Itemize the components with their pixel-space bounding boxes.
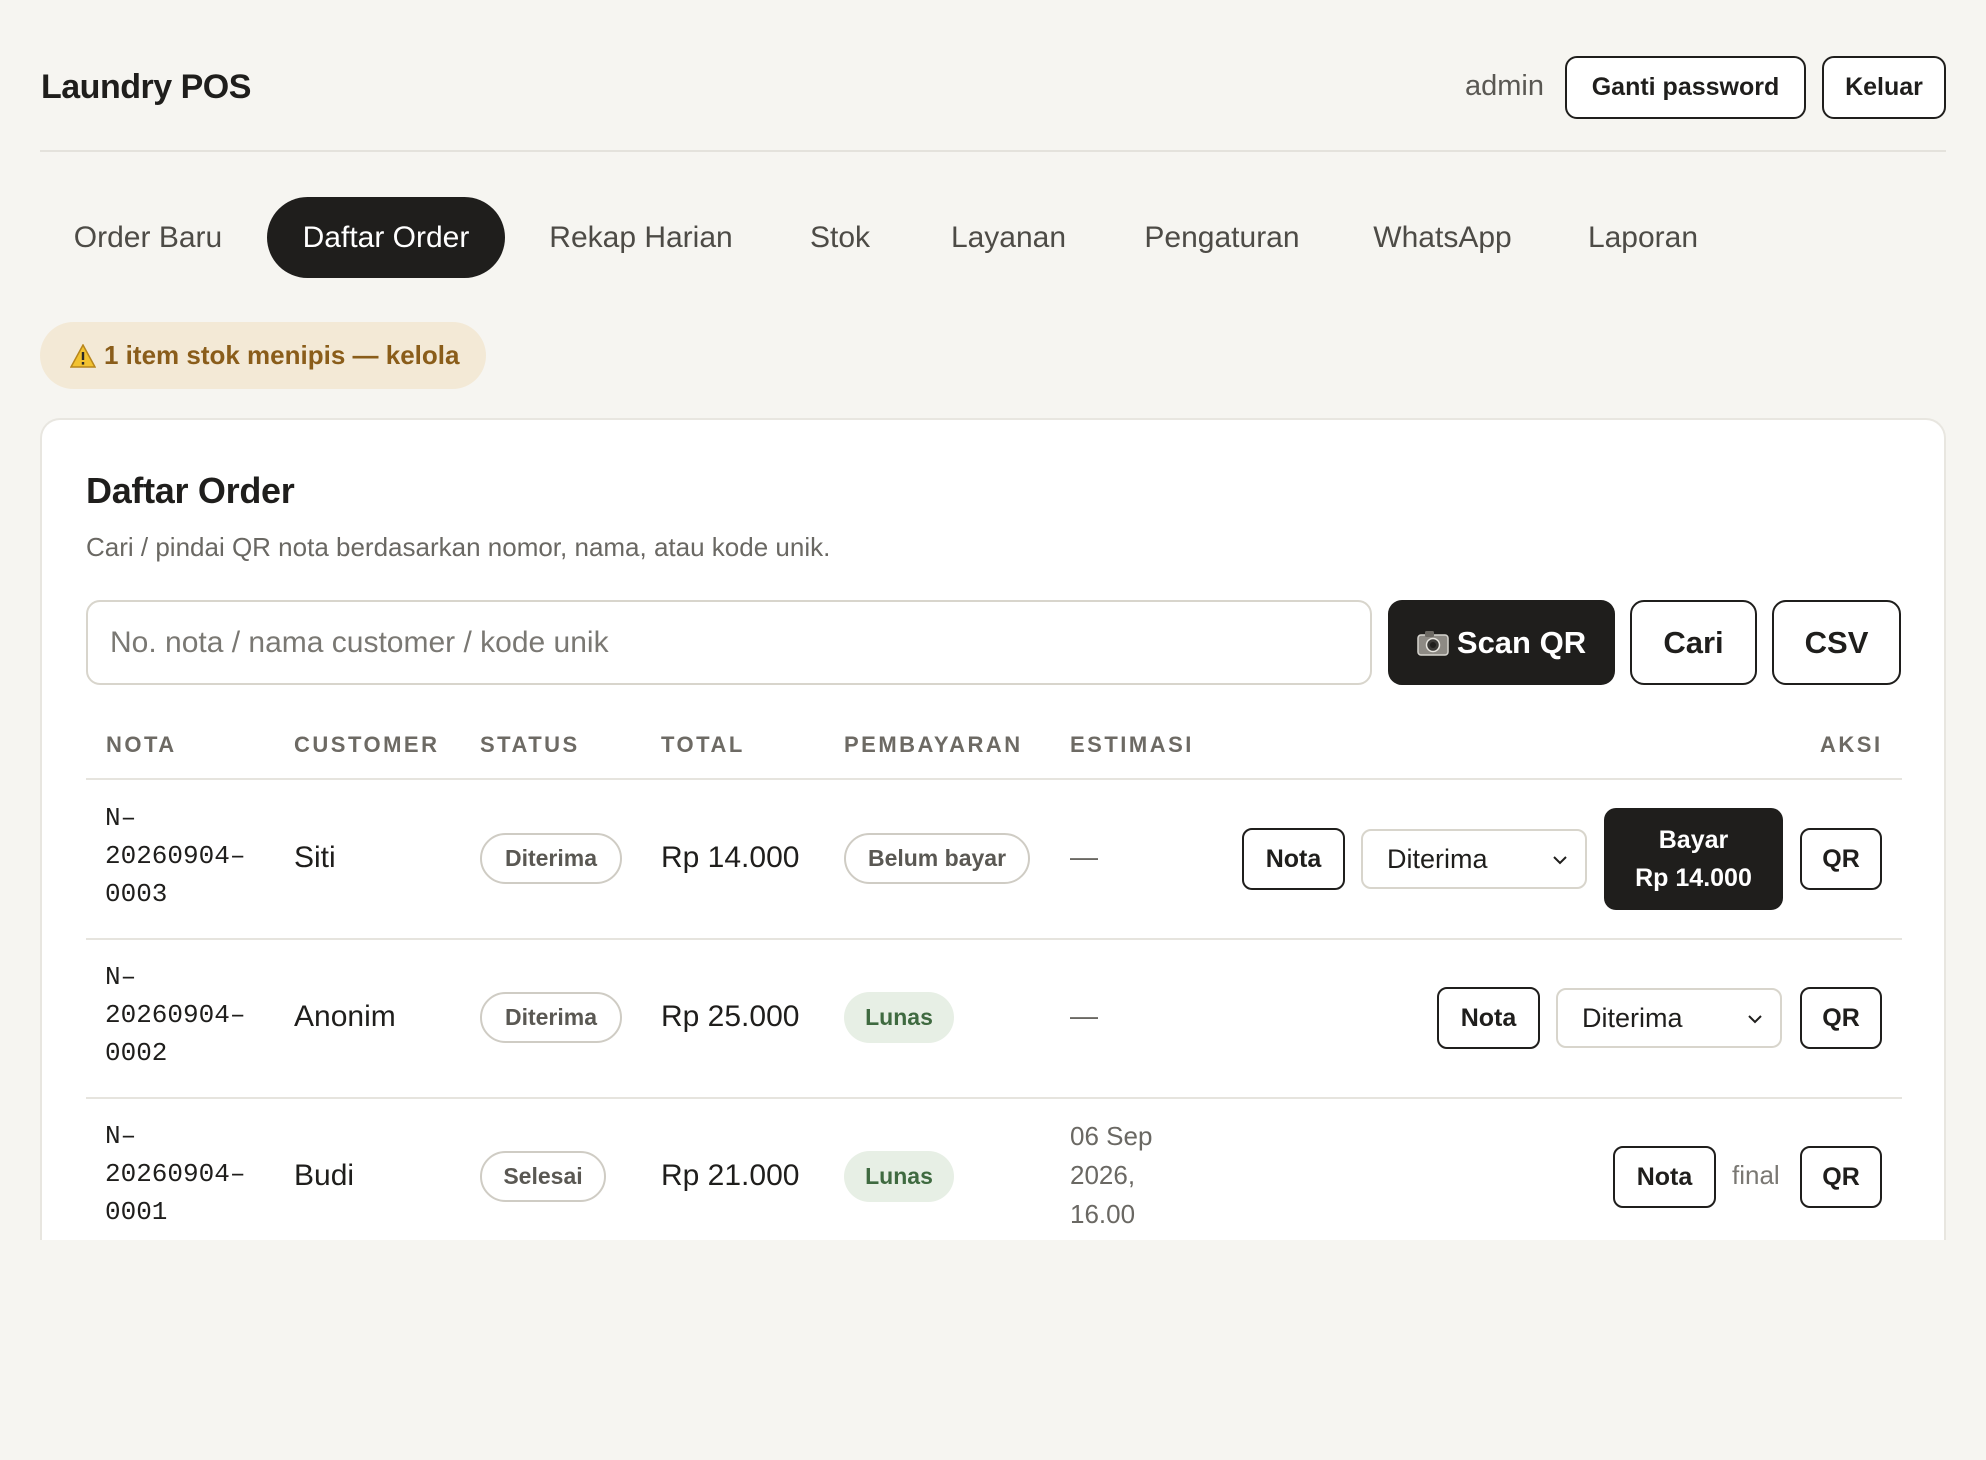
nota-button[interactable]: Nota: [1242, 828, 1345, 890]
customer-name: Budi: [294, 1159, 355, 1192]
table-row: N– 20260904– 0002 Anonim Diterima Rp 25.…: [42, 940, 1944, 1098]
order-number[interactable]: N– 20260904– 0001: [105, 1117, 245, 1231]
tab-stok[interactable]: Stok: [777, 197, 903, 278]
change-password-button[interactable]: Ganti password: [1565, 56, 1806, 119]
qr-button[interactable]: QR: [1800, 828, 1882, 890]
low-stock-alert-text: 1 item stok menipis — kelola: [104, 340, 460, 370]
status-select-value: Diterima: [1582, 1002, 1683, 1033]
estimate-value: —: [1070, 841, 1098, 872]
orders-subtitle: Cari / pindai QR nota berdasarkan nomor,…: [86, 532, 831, 562]
tab-order-baru[interactable]: Order Baru: [40, 197, 256, 278]
app-header: Laundry POS admin Ganti password Keluar: [40, 0, 1946, 152]
order-total: Rp 25.000: [661, 1000, 800, 1033]
tab-pengaturan[interactable]: Pengaturan: [1115, 197, 1329, 278]
pay-button[interactable]: Bayar Rp 14.000: [1604, 808, 1783, 910]
scan-qr-button[interactable]: Scan QR: [1388, 600, 1615, 685]
column-header-aksi: AKSI: [1820, 732, 1883, 757]
table-row: N– 20260904– 0003 Siti Diterima Rp 14.00…: [42, 780, 1944, 938]
customer-name: Siti: [294, 841, 336, 874]
pay-button-label: Bayar: [1658, 826, 1729, 854]
order-total: Rp 21.000: [661, 1159, 800, 1192]
pay-button-amount: Rp 14.000: [1635, 864, 1752, 892]
status-badge: Selesai: [480, 1151, 606, 1202]
app-title: Laundry POS: [41, 68, 251, 106]
column-header-estimasi: ESTIMASI: [1070, 732, 1194, 757]
estimate-value: 06 Sep 2026, 16.00: [1070, 1121, 1153, 1229]
order-number[interactable]: N– 20260904– 0002: [105, 958, 245, 1072]
warning-icon: [70, 343, 96, 368]
status-select[interactable]: Diterima: [1361, 829, 1587, 889]
order-number[interactable]: N– 20260904– 0003: [105, 799, 245, 913]
orders-title: Daftar Order: [86, 470, 295, 511]
qr-button[interactable]: QR: [1800, 987, 1882, 1049]
status-select-value: Diterima: [1387, 843, 1488, 874]
tab-rekap-harian[interactable]: Rekap Harian: [524, 197, 758, 278]
final-status-label: final: [1732, 1160, 1780, 1190]
column-header-customer: CUSTOMER: [294, 732, 440, 757]
column-header-nota: NOTA: [106, 732, 177, 757]
camera-icon: [1417, 630, 1449, 656]
qr-button[interactable]: QR: [1800, 1146, 1882, 1208]
username: admin: [1465, 70, 1544, 102]
search-button[interactable]: Cari: [1630, 600, 1757, 685]
tab-whatsapp[interactable]: WhatsApp: [1348, 197, 1537, 278]
tab-laporan[interactable]: Laporan: [1556, 197, 1730, 278]
chevron-down-icon: [1553, 856, 1567, 865]
nota-button[interactable]: Nota: [1437, 987, 1540, 1049]
payment-badge: Belum bayar: [844, 833, 1030, 884]
estimate-value: —: [1070, 1000, 1098, 1031]
table-row: N– 20260904– 0001 Budi Selesai Rp 21.000…: [42, 1099, 1944, 1240]
status-select[interactable]: Diterima: [1556, 988, 1782, 1048]
column-header-status: STATUS: [480, 732, 580, 757]
csv-export-button[interactable]: CSV: [1772, 600, 1901, 685]
payment-badge: Lunas: [844, 1151, 954, 1202]
column-header-pembayaran: PEMBAYARAN: [844, 732, 1023, 757]
nota-button[interactable]: Nota: [1613, 1146, 1716, 1208]
payment-badge: Lunas: [844, 992, 954, 1043]
low-stock-alert[interactable]: 1 item stok menipis — kelola: [40, 322, 486, 389]
status-badge: Diterima: [480, 833, 622, 884]
scan-qr-label: Scan QR: [1456, 624, 1587, 660]
tab-daftar-order[interactable]: Daftar Order: [267, 197, 505, 278]
order-total: Rp 14.000: [661, 841, 800, 874]
chevron-down-icon: [1748, 1015, 1762, 1024]
status-badge: Diterima: [480, 992, 622, 1043]
column-header-total: TOTAL: [661, 732, 745, 757]
orders-card: Daftar Order Cari / pindai QR nota berda…: [40, 418, 1946, 1240]
customer-name: Anonim: [294, 1000, 396, 1033]
logout-button[interactable]: Keluar: [1822, 56, 1946, 119]
order-search-input[interactable]: [86, 600, 1372, 685]
tab-layanan[interactable]: Layanan: [921, 197, 1096, 278]
